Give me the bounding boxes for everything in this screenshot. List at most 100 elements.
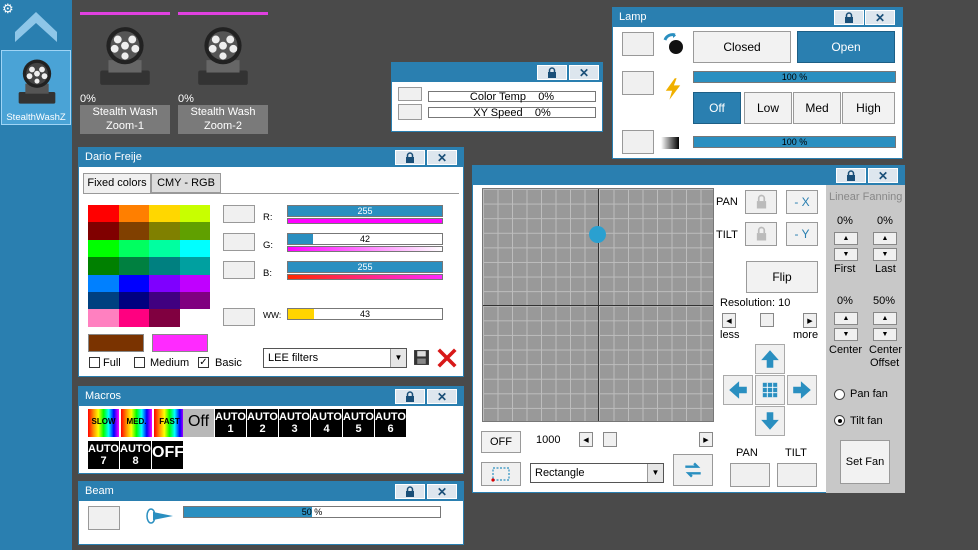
move-up-button[interactable] <box>755 344 785 374</box>
center-offset-up-button[interactable]: ▲ <box>873 312 897 325</box>
blue-bar[interactable]: 255 <box>287 261 443 273</box>
close-button[interactable]: ✕ <box>569 65 599 80</box>
fixture-zoom-1[interactable]: 0% Stealth Wash Zoom-1 <box>80 12 170 134</box>
blue-button[interactable] <box>223 261 255 279</box>
macro-auto-2[interactable]: AUTO 2 <box>247 409 278 437</box>
effect-off-button[interactable]: OFF <box>481 431 521 453</box>
color-swatch[interactable] <box>179 222 210 240</box>
warm-white-bar[interactable]: 43 <box>287 308 443 320</box>
warm-white-button[interactable] <box>223 308 255 326</box>
first-up-button[interactable]: ▲ <box>834 232 858 245</box>
chevron-up-icon[interactable] <box>13 10 59 44</box>
pan-fan-radio[interactable] <box>834 389 845 400</box>
beam-bar[interactable]: 50 % <box>183 506 441 518</box>
color-swatch[interactable] <box>149 239 180 258</box>
color-swatch[interactable] <box>88 309 119 327</box>
green-bar[interactable]: 42 <box>287 233 443 245</box>
speed-increase-button[interactable]: ▶ <box>699 432 713 447</box>
macro-med[interactable]: MED. <box>121 409 152 437</box>
color-swatch[interactable] <box>179 291 210 310</box>
speed-slider-thumb[interactable] <box>603 432 617 447</box>
shape-button[interactable] <box>481 462 521 486</box>
tilt-fan-radio[interactable] <box>834 415 845 426</box>
move-down-button[interactable] <box>755 406 785 436</box>
pan-reset-button[interactable] <box>730 463 770 487</box>
fixture-type-tile[interactable]: StealthWashZ <box>1 50 71 125</box>
speed-decrease-button[interactable]: ◀ <box>579 432 593 447</box>
move-left-button[interactable] <box>723 375 753 405</box>
resolution-slider-thumb[interactable] <box>760 313 774 327</box>
beam-button[interactable] <box>88 506 120 530</box>
color-swatch[interactable] <box>118 291 149 310</box>
color-swatch[interactable] <box>88 257 119 275</box>
color-temp-bar[interactable]: Color Temp 0% <box>428 91 596 103</box>
color-swatch[interactable] <box>118 309 149 327</box>
gear-icon[interactable]: ⚙ <box>2 2 14 15</box>
color-swatch[interactable] <box>118 239 149 258</box>
green-button[interactable] <box>223 233 255 251</box>
close-button[interactable]: ✕ <box>868 168 898 183</box>
center-down-button[interactable]: ▼ <box>834 328 858 341</box>
color-swatch[interactable] <box>149 257 180 275</box>
delete-icon[interactable] <box>436 347 458 369</box>
color-swatch[interactable] <box>179 309 210 327</box>
pan-lock-button[interactable] <box>745 190 777 214</box>
color-swatch[interactable] <box>88 274 119 292</box>
shutter-button[interactable] <box>622 32 654 56</box>
shape-select[interactable]: Rectangle ▼ <box>530 463 664 483</box>
xy-speed-bar[interactable]: XY Speed 0% <box>428 107 596 119</box>
color-temp-button[interactable] <box>398 87 422 101</box>
close-button[interactable]: ✕ <box>427 484 457 499</box>
lamp-low-button[interactable]: Low <box>744 92 792 124</box>
macro-off[interactable]: Off <box>183 409 214 437</box>
color-swatch[interactable] <box>88 239 119 258</box>
full-checkbox[interactable] <box>89 357 100 368</box>
tab-fixed-colors[interactable]: Fixed colors <box>83 173 151 193</box>
color-swatch[interactable] <box>118 205 149 223</box>
red-bar[interactable]: 255 <box>287 205 443 217</box>
macro-auto-5[interactable]: AUTO 5 <box>343 409 374 437</box>
last-up-button[interactable]: ▲ <box>873 232 897 245</box>
red-button[interactable] <box>223 205 255 223</box>
dimmer-button[interactable] <box>622 130 654 154</box>
medium-checkbox[interactable] <box>134 357 145 368</box>
macro-auto-1[interactable]: AUTO 1 <box>215 409 246 437</box>
color-swatch[interactable] <box>149 222 180 240</box>
color-swatch[interactable] <box>149 291 180 310</box>
color-swatch[interactable] <box>179 257 210 275</box>
lamp-med-button[interactable]: Med <box>793 92 841 124</box>
basic-checkbox[interactable]: ✓ <box>198 357 209 368</box>
save-icon[interactable] <box>413 349 430 366</box>
color-swatch[interactable] <box>118 274 149 292</box>
lamp-off-button[interactable]: Off <box>693 92 741 124</box>
first-down-button[interactable]: ▼ <box>834 248 858 261</box>
minus-x-button[interactable]: - X <box>786 190 818 214</box>
open-button[interactable]: Open <box>797 31 895 63</box>
resolution-less-button[interactable]: ◀ <box>722 313 736 328</box>
color-swatch[interactable] <box>88 291 119 310</box>
xy-pad[interactable] <box>482 188 714 422</box>
lock-button[interactable] <box>537 65 567 80</box>
center-up-button[interactable]: ▲ <box>834 312 858 325</box>
close-button[interactable]: ✕ <box>427 389 457 404</box>
lock-button[interactable] <box>834 10 864 25</box>
lock-button[interactable] <box>395 484 425 499</box>
lamp-high-button[interactable]: High <box>842 92 895 124</box>
lock-button[interactable] <box>836 168 866 183</box>
center-offset-down-button[interactable]: ▼ <box>873 328 897 341</box>
fixture-zoom-2[interactable]: 0% Stealth Wash Zoom-2 <box>178 12 268 134</box>
close-button[interactable]: ✕ <box>427 150 457 165</box>
position-cursor[interactable] <box>589 226 606 243</box>
dimmer-bar[interactable]: 100 % <box>693 136 896 148</box>
close-button[interactable]: ✕ <box>865 10 895 25</box>
strobe-button[interactable] <box>622 71 654 95</box>
strobe-bar[interactable]: 100 % <box>693 71 896 83</box>
xy-speed-button[interactable] <box>398 104 422 120</box>
lock-button[interactable] <box>395 389 425 404</box>
macro-auto-8[interactable]: AUTO 8 <box>120 441 151 469</box>
tilt-lock-button[interactable] <box>745 222 777 246</box>
minus-y-button[interactable]: - Y <box>786 222 818 246</box>
tilt-reset-button[interactable] <box>777 463 817 487</box>
color-swatch[interactable] <box>149 205 180 223</box>
macro-auto-4[interactable]: AUTO 4 <box>311 409 342 437</box>
